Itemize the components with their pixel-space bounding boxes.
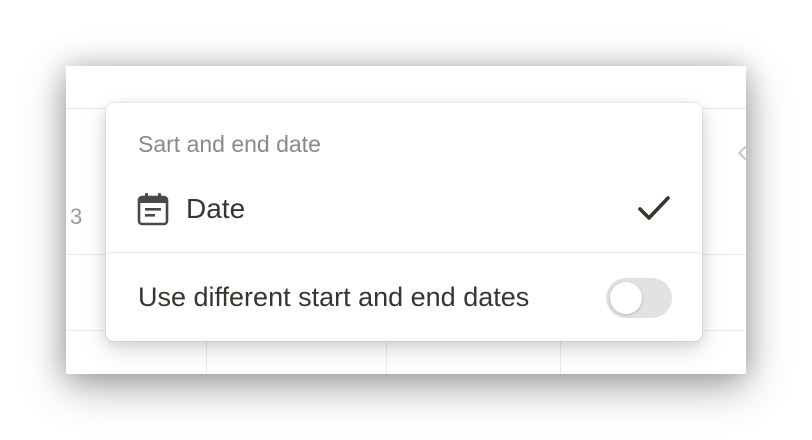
date-type-popover: Sart and end date Date Use different sta…	[106, 103, 702, 341]
section-label: Sart and end date	[138, 131, 321, 157]
different-dates-label: Use different start and end dates	[138, 282, 530, 312]
background-cell-number: 3	[70, 204, 83, 229]
date-option-label: Date	[186, 193, 246, 224]
calendar-icon	[136, 191, 170, 227]
screen: 3 0 Sart and end date Date	[0, 0, 812, 440]
chevron-left-icon[interactable]	[737, 145, 746, 161]
different-dates-toggle[interactable]	[606, 278, 672, 318]
popover-divider	[106, 252, 702, 253]
toggle-knob	[610, 282, 642, 314]
checkmark-icon	[636, 193, 672, 225]
date-option[interactable]: Date	[106, 179, 702, 239]
different-dates-row[interactable]: Use different start and end dates	[106, 267, 702, 327]
